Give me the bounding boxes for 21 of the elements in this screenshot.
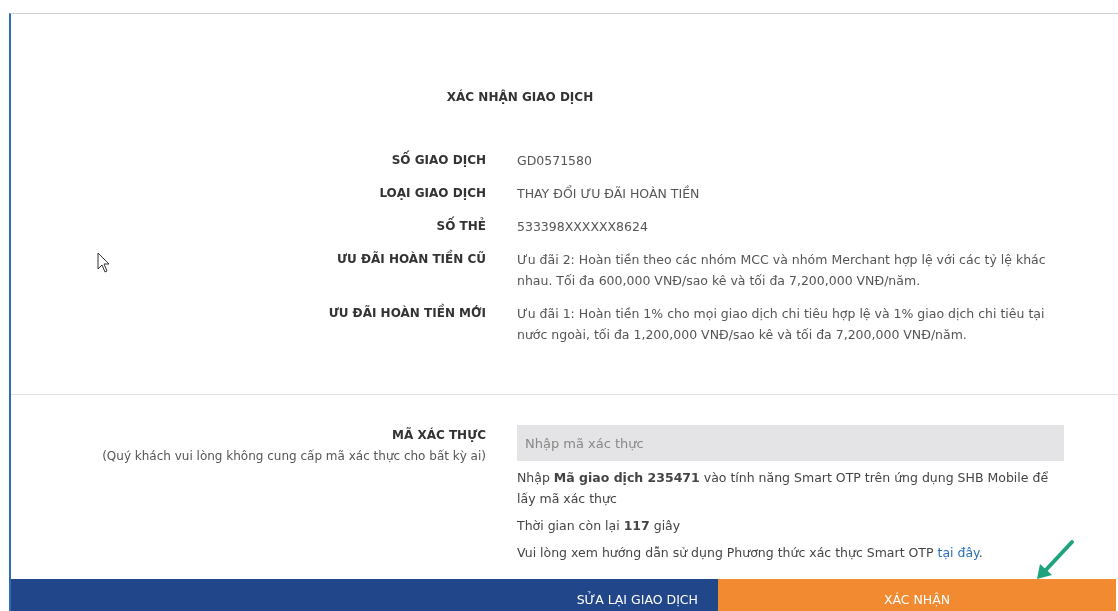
warning-note: (Quý khách vui lòng không cung cấp mã xác thực cho bất kỳ ai) <box>102 448 486 465</box>
mouse-pointer-icon <box>97 252 111 274</box>
field-value: 533398XXXXXX8624 <box>517 218 649 236</box>
field-label: MÃ XÁC THỰC <box>392 426 486 444</box>
otp-input-field[interactable]: Nhập mã xác thực <box>517 425 1064 461</box>
field-value: THAY ĐỔI ƯU ĐÃI HOÀN TIỀN <box>517 184 701 203</box>
field-label: ƯU ĐÃI HOÀN TIỀN MỚI <box>328 303 486 324</box>
edit-button[interactable]: SỬA LẠI GIAO DỊCH <box>11 579 718 611</box>
guide-text: Vui lòng xem hướng dẫn sử dụng Phương thức xác thực Smart OTP tại đây. <box>517 544 984 562</box>
field-label: SỐ GIAO DỊCH <box>391 150 486 171</box>
field-value: Ưu đãi 1: Hoàn tiền 1% cho mọi giao dịch chi tiêu hợp lệ và 1% giao dịch chi tiêu tại nước ngoài, tối đa 1,200,000 VNĐ/sao kê và tối đa 7,200,000 VNĐ/năm. <box>517 305 1046 344</box>
instruction-text: Nhập Mã giao dịch 235471 vào tính năng Smart OTP trên ứng dụng SHB Mobile để lấy mã xác thực <box>517 469 1050 508</box>
guide-link[interactable]: tại đây <box>937 545 979 560</box>
field-value: Ưu đãi 2: Hoàn tiền theo các nhóm MCC và nhóm Merchant hợp lệ với các tỷ lệ khác nhau. Tối đa 600,000 VNĐ/sao kê và tối đa 7,200,000 VNĐ/năm. <box>517 251 1047 290</box>
timer-text: Thời gian còn lại 117 giây <box>517 517 682 535</box>
page-title: XÁC NHẬN GIAO DỊCH <box>445 90 595 104</box>
field-label: LOẠI GIAO DỊCH <box>379 185 486 202</box>
field-label: SỐ THẺ <box>436 216 486 237</box>
field-label: ƯU ĐÃI HOÀN TIỀN CŨ <box>337 249 486 270</box>
arrow-icon <box>1034 538 1076 582</box>
field-value: GD0571580 <box>517 152 593 170</box>
